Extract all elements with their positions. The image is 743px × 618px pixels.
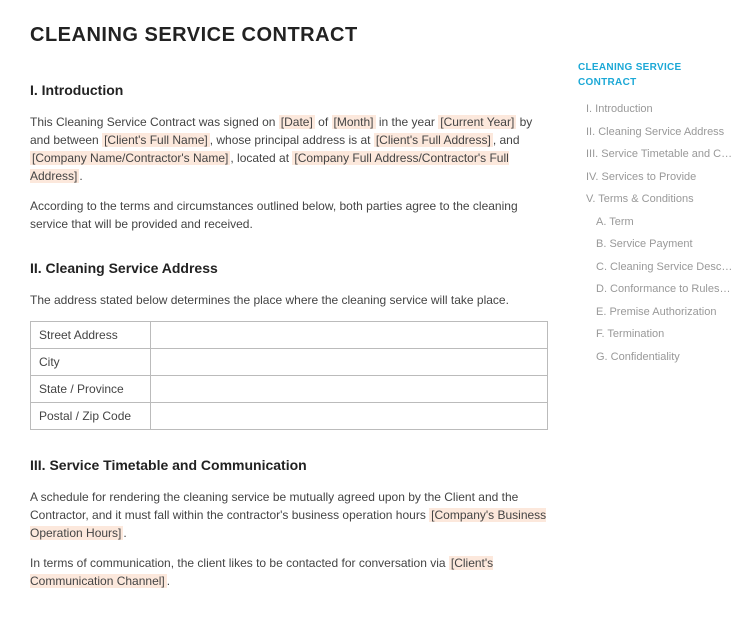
placeholder-date[interactable]: [Date] [279,115,315,129]
placeholder-year[interactable]: [Current Year] [438,115,516,129]
placeholder-client-address[interactable]: [Client's Full Address] [374,133,493,147]
toc-item[interactable]: III. Service Timetable and Co... [578,143,733,166]
text: , whose principal address is at [210,133,374,147]
table-cell-label: Postal / Zip Code [31,403,151,430]
table-cell-value[interactable] [151,322,548,349]
timetable-paragraph-2: In terms of communication, the client li… [30,554,548,590]
toc-item[interactable]: B. Service Payment [578,233,733,256]
text: . [123,526,126,540]
toc-item[interactable]: C. Cleaning Service Descript... [578,256,733,279]
text: . [79,169,82,183]
section-heading-timetable: III. Service Timetable and Communication [30,455,548,476]
toc-title[interactable]: CLEANING SERVICE CONTRACT [578,60,733,90]
toc-item[interactable]: E. Premise Authorization [578,301,733,324]
section-heading-intro: I. Introduction [30,80,548,101]
placeholder-month[interactable]: [Month] [332,115,376,129]
placeholder-client-name[interactable]: [Client's Full Name] [102,133,210,147]
table-row: Postal / Zip Code [31,403,548,430]
toc-item[interactable]: A. Term [578,211,733,234]
toc-list: I. IntroductionII. Cleaning Service Addr… [578,98,733,368]
toc-item[interactable]: G. Confidentiality [578,346,733,369]
text: This Cleaning Service Contract was signe… [30,115,279,129]
table-cell-value[interactable] [151,349,548,376]
toc-item[interactable]: II. Cleaning Service Address [578,121,733,144]
toc-item[interactable]: V. Terms & Conditions [578,188,733,211]
toc-item[interactable]: IV. Services to Provide [578,166,733,189]
text: in the year [376,115,439,129]
intro-paragraph-1: This Cleaning Service Contract was signe… [30,113,548,185]
table-row: State / Province [31,376,548,403]
document-page: CLEANING SERVICE CONTRACT I. Introductio… [0,0,743,618]
placeholder-company-name[interactable]: [Company Name/Contractor's Name] [30,151,230,165]
table-cell-label: City [31,349,151,376]
intro-paragraph-2: According to the terms and circumstances… [30,197,548,233]
toc-sidebar: CLEANING SERVICE CONTRACT I. Introductio… [568,0,743,618]
text: of [315,115,332,129]
table-row: City [31,349,548,376]
text: , located at [230,151,292,165]
address-table: Street Address City State / Province Pos… [30,321,548,430]
toc-item[interactable]: I. Introduction [578,98,733,121]
text: In terms of communication, the client li… [30,556,449,570]
table-cell-value[interactable] [151,403,548,430]
table-row: Street Address [31,322,548,349]
page-title: CLEANING SERVICE CONTRACT [30,20,548,50]
table-cell-value[interactable] [151,376,548,403]
toc-item[interactable]: D. Conformance to Rules & ... [578,278,733,301]
toc-item[interactable]: F. Termination [578,323,733,346]
address-paragraph: The address stated below determines the … [30,291,548,309]
section-heading-address: II. Cleaning Service Address [30,258,548,279]
text: . [167,574,170,588]
timetable-paragraph-1: A schedule for rendering the cleaning se… [30,488,548,542]
text: , and [493,133,520,147]
table-cell-label: Street Address [31,322,151,349]
table-cell-label: State / Province [31,376,151,403]
document-body: CLEANING SERVICE CONTRACT I. Introductio… [0,0,568,618]
